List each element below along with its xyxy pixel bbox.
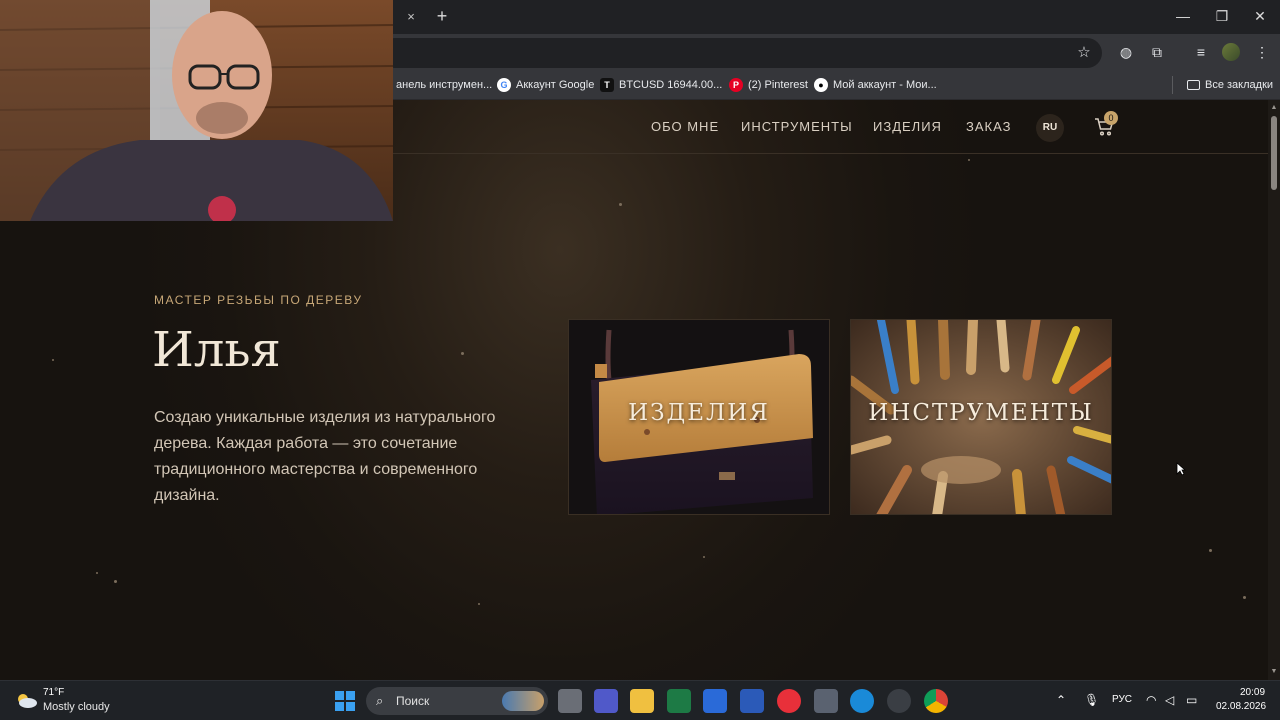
dust-particle (968, 159, 970, 161)
battery-icon[interactable]: ▭ (1186, 693, 1197, 707)
nav-about-link[interactable]: ОБО МНЕ (651, 119, 719, 134)
weather-temperature[interactable]: 71°F (43, 687, 64, 698)
bookmark-item[interactable]: T BTCUSD 16944.00... (600, 77, 722, 93)
new-tab-button[interactable]: + (432, 6, 452, 26)
input-language[interactable]: РУС (1112, 694, 1132, 705)
tab-close-button[interactable]: × (402, 8, 420, 26)
language-switcher[interactable]: RU (1036, 114, 1064, 142)
dust-particle (478, 603, 480, 605)
dust-particle (703, 556, 705, 558)
scroll-up-icon[interactable]: ▲ (1270, 104, 1278, 112)
show-hidden-icons[interactable]: ⌃ (1056, 693, 1066, 707)
tools-card[interactable]: ИНСТРУМЕНТЫ (850, 319, 1112, 515)
chrome-icon[interactable] (924, 689, 948, 713)
file-explorer-icon[interactable] (630, 689, 654, 713)
hero-description: Создаю уникальные изделия из натуральног… (154, 409, 496, 504)
all-bookmarks-button[interactable]: Все закладки (1187, 77, 1273, 93)
bookmarks-separator (1172, 76, 1173, 94)
close-window-button[interactable]: ✕ (1245, 6, 1275, 26)
hero-title: Илья (152, 322, 281, 378)
weather-description[interactable]: Mostly cloudy (43, 701, 110, 713)
pinterest-icon: P (729, 78, 743, 92)
bookmark-label: Аккаунт Google (516, 79, 595, 91)
windows-start-icon[interactable] (334, 690, 356, 712)
webcam-overlay (0, 0, 393, 221)
store-icon[interactable] (703, 689, 727, 713)
products-card[interactable]: ИЗДЕЛИЯ (568, 319, 830, 515)
extensions-icon[interactable]: ⧉ (1148, 43, 1166, 61)
search-placeholder: Поиск (396, 694, 430, 708)
tradingview-icon: T (600, 78, 614, 92)
dust-particle (96, 572, 98, 574)
search-icon: ⌕ (376, 693, 384, 708)
volume-icon[interactable]: ◁ (1165, 693, 1174, 707)
minimize-button[interactable]: — (1168, 6, 1198, 26)
scrollbar-thumb[interactable] (1271, 116, 1277, 190)
folder-icon (1187, 80, 1200, 90)
clock-time[interactable]: 20:09 (1240, 687, 1265, 698)
account-icon: ● (814, 78, 828, 92)
excel-icon[interactable] (667, 689, 691, 713)
bookmark-item[interactable]: P (2) Pinterest (729, 77, 808, 93)
wifi-icon[interactable]: ◠ (1146, 693, 1156, 707)
bookmark-item[interactable]: анель инструмен... (396, 77, 492, 93)
word-icon[interactable] (740, 689, 764, 713)
all-bookmarks-label: Все закладки (1205, 79, 1274, 91)
restore-button[interactable]: ❐ (1207, 6, 1237, 26)
windows-taskbar: 71°F Mostly cloudy ⌕ Поиск ⌃ 🎙 РУС ◠ ◁ ▭… (0, 680, 1280, 720)
camera-icon[interactable] (814, 689, 838, 713)
webcam-person-image (0, 0, 393, 221)
bookmark-item[interactable]: G Аккаунт Google (497, 77, 594, 93)
scroll-down-icon[interactable]: ▼ (1270, 668, 1278, 676)
dust-particle (461, 352, 464, 355)
star-bookmark-icon[interactable]: ☆ (1076, 45, 1092, 61)
weather-cloud-icon (18, 694, 37, 708)
dust-particle (1243, 596, 1246, 599)
dust-particle (52, 359, 54, 361)
dust-particle (619, 203, 622, 206)
nav-order-link[interactable]: ЗАКАЗ (966, 119, 1011, 134)
profile-avatar[interactable] (1222, 43, 1240, 61)
products-card-label: ИЗДЕЛИЯ (628, 400, 770, 426)
task-view-icon[interactable] (558, 689, 582, 713)
page-scrollbar[interactable]: ▲ ▼ (1268, 100, 1280, 680)
translate-icon[interactable]: ◍ (1117, 43, 1135, 61)
menu-kebab-icon[interactable]: ⋮ (1253, 43, 1271, 61)
taskbar-search[interactable]: ⌕ Поиск (366, 687, 548, 715)
clock-date[interactable]: 02.08.2026 (1216, 701, 1266, 712)
bookmark-label: анель инструмен... (396, 79, 493, 91)
nav-products-link[interactable]: ИЗДЕЛИЯ (873, 119, 942, 134)
yandex-browser-icon[interactable] (777, 689, 801, 713)
dust-particle (114, 580, 117, 583)
dust-particle (1209, 549, 1212, 552)
bookmark-label: Мой аккаунт - Мои... (833, 79, 937, 91)
address-bar[interactable]: ☆ (380, 38, 1102, 68)
bookmark-label: (2) Pinterest (748, 79, 808, 91)
hero-eyebrow: МАСТЕР РЕЗЬБЫ ПО ДЕРЕВУ (154, 293, 363, 307)
tools-card-label: ИНСТРУМЕНТЫ (868, 400, 1094, 426)
bookmark-item[interactable]: ● Мой аккаунт - Мои... (814, 77, 937, 93)
teams-icon[interactable] (594, 689, 618, 713)
app-icon[interactable] (887, 689, 911, 713)
edge-icon[interactable] (850, 689, 874, 713)
search-highlight-image (502, 691, 544, 711)
cart-count-badge: 0 (1104, 111, 1118, 125)
microphone-icon[interactable]: 🎙 (1084, 693, 1099, 707)
media-controls-icon[interactable]: ≡ (1192, 43, 1210, 61)
bookmark-label: BTCUSD 16944.00... (619, 79, 723, 91)
google-icon: G (497, 78, 511, 92)
nav-tools-link[interactable]: ИНСТРУМЕНТЫ (741, 119, 853, 134)
mouse-cursor-icon (1176, 462, 1186, 476)
